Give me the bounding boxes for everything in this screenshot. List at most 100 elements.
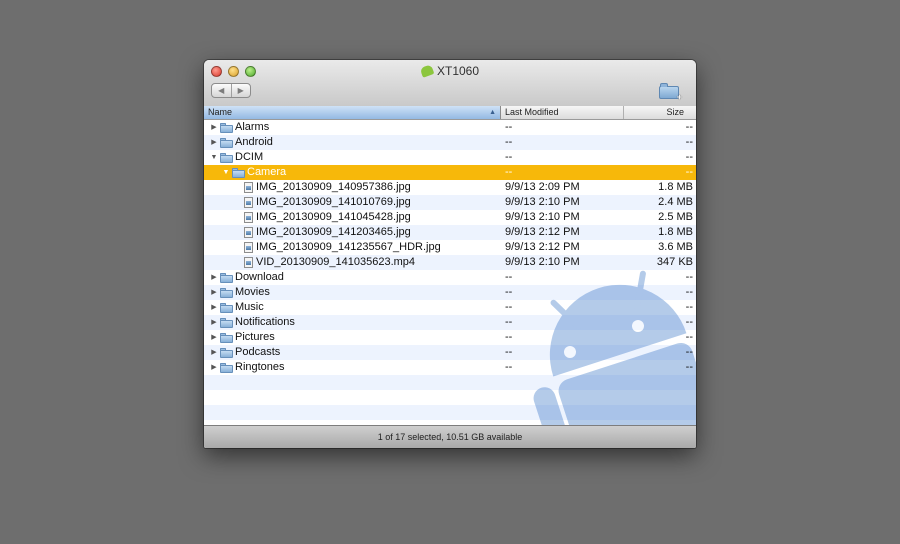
- item-name: Music: [235, 301, 264, 313]
- size-cell: 1.8 MB: [658, 226, 693, 238]
- item-name: Ringtones: [235, 361, 285, 373]
- folder-icon: [220, 287, 233, 298]
- forward-button[interactable]: ▶: [230, 84, 251, 97]
- folder-row[interactable]: ▶ Download -- --: [204, 270, 696, 285]
- folder-row[interactable]: ▶ Ringtones -- --: [204, 360, 696, 375]
- size-cell: 2.4 MB: [658, 196, 693, 208]
- disclosure-collapsed-icon[interactable]: ▶: [210, 270, 218, 285]
- file-icon: [244, 182, 253, 193]
- last-modified-cell: --: [505, 151, 513, 163]
- size-cell: --: [685, 316, 693, 328]
- size-cell: 2.5 MB: [658, 211, 693, 223]
- disclosure-expanded-icon[interactable]: ▼: [210, 150, 218, 165]
- last-modified-cell: --: [505, 331, 513, 343]
- title-bar[interactable]: XT1060 ◀ ▶ +: [204, 60, 696, 107]
- item-name: Podcasts: [235, 346, 281, 358]
- last-modified-cell: 9/9/13 2:10 PM: [505, 256, 580, 268]
- size-cell: --: [685, 166, 693, 178]
- disclosure-collapsed-icon[interactable]: ▶: [210, 285, 218, 300]
- file-row[interactable]: IMG_20130909_141203465.jpg 9/9/13 2:12 PM…: [204, 225, 696, 240]
- disclosure-expanded-icon[interactable]: ▼: [222, 165, 230, 180]
- back-forward-control: ◀ ▶: [211, 83, 251, 98]
- column-header-size[interactable]: Size: [624, 106, 696, 119]
- size-cell: 1.8 MB: [658, 181, 693, 193]
- name-cell: ▶ Notifications: [210, 315, 295, 330]
- size-cell: --: [685, 346, 693, 358]
- item-name: Android: [235, 136, 273, 148]
- name-cell: VID_20130909_141035623.mp4: [234, 255, 415, 270]
- folder-row[interactable]: ▶ Movies -- --: [204, 285, 696, 300]
- item-name: Download: [235, 271, 284, 283]
- name-cell: ▶ Podcasts: [210, 345, 280, 360]
- folder-row[interactable]: ▶ Android -- --: [204, 135, 696, 150]
- file-row[interactable]: IMG_20130909_141010769.jpg 9/9/13 2:10 PM…: [204, 195, 696, 210]
- folder-row[interactable]: ▶ Notifications -- --: [204, 315, 696, 330]
- window-title-area: XT1060: [204, 64, 696, 78]
- file-icon: [244, 212, 253, 223]
- folder-icon: [220, 272, 233, 283]
- size-cell: --: [685, 331, 693, 343]
- item-name: Notifications: [235, 316, 295, 328]
- folder-row[interactable]: ▼ DCIM -- --: [204, 150, 696, 165]
- folder-icon: [220, 347, 233, 358]
- file-icon: [244, 227, 253, 238]
- name-cell: ▶ Music: [210, 300, 264, 315]
- folder-row[interactable]: ▶ Alarms -- --: [204, 120, 696, 135]
- folder-row[interactable]: ▶ Podcasts -- --: [204, 345, 696, 360]
- folder-row[interactable]: ▶ Music -- --: [204, 300, 696, 315]
- item-name: IMG_20130909_141010769.jpg: [256, 196, 411, 208]
- item-name: DCIM: [235, 151, 264, 163]
- disclosure-collapsed-icon[interactable]: ▶: [210, 300, 218, 315]
- disclosure-collapsed-icon[interactable]: ▶: [210, 360, 218, 375]
- column-header-last-modified[interactable]: Last Modified: [501, 106, 624, 119]
- size-cell: 347 KB: [656, 256, 693, 268]
- last-modified-cell: 9/9/13 2:09 PM: [505, 181, 580, 193]
- folder-icon: [220, 362, 233, 373]
- size-cell: --: [685, 361, 693, 373]
- file-list[interactable]: ▶ Alarms -- -- ▶ Android -- -- ▼ DCIM -- -- ▼ Camera -…: [204, 120, 696, 425]
- name-cell: IMG_20130909_141010769.jpg: [234, 195, 411, 210]
- last-modified-cell: 9/9/13 2:10 PM: [505, 211, 580, 223]
- item-name: Pictures: [235, 331, 275, 343]
- item-name: Camera: [247, 166, 287, 178]
- folder-icon: [232, 167, 245, 178]
- disclosure-collapsed-icon[interactable]: ▶: [210, 345, 218, 360]
- disclosure-collapsed-icon[interactable]: ▶: [210, 330, 218, 345]
- android-device-icon: [419, 64, 435, 78]
- item-name: Movies: [235, 286, 270, 298]
- file-row[interactable]: IMG_20130909_141235567_HDR.jpg 9/9/13 2:1…: [204, 240, 696, 255]
- disclosure-collapsed-icon[interactable]: ▶: [210, 315, 218, 330]
- file-row[interactable]: VID_20130909_141035623.mp4 9/9/13 2:10 PM…: [204, 255, 696, 270]
- last-modified-cell: --: [505, 166, 513, 178]
- file-row[interactable]: IMG_20130909_141045428.jpg 9/9/13 2:10 PM…: [204, 210, 696, 225]
- name-cell: ▶ Download: [210, 270, 284, 285]
- name-cell: ▼ DCIM: [210, 150, 264, 165]
- name-cell: IMG_20130909_141203465.jpg: [234, 225, 411, 240]
- last-modified-cell: --: [505, 346, 513, 358]
- name-cell: ▶ Pictures: [210, 330, 275, 345]
- size-cell: --: [685, 151, 693, 163]
- name-cell: ▼ Camera: [222, 165, 287, 180]
- size-cell: --: [685, 271, 693, 283]
- folder-row[interactable]: ▼ Camera -- --: [204, 165, 696, 180]
- disclosure-collapsed-icon[interactable]: ▶: [210, 135, 218, 150]
- file-row[interactable]: IMG_20130909_140957386.jpg 9/9/13 2:09 PM…: [204, 180, 696, 195]
- back-button[interactable]: ◀: [212, 84, 231, 97]
- column-header: Name ▲ Last Modified Size: [204, 106, 696, 120]
- name-cell: IMG_20130909_141045428.jpg: [234, 210, 411, 225]
- size-cell: --: [685, 286, 693, 298]
- folder-icon: [220, 302, 233, 313]
- last-modified-cell: --: [505, 271, 513, 283]
- disclosure-collapsed-icon[interactable]: ▶: [210, 120, 218, 135]
- folder-row[interactable]: ▶ Pictures -- --: [204, 330, 696, 345]
- name-cell: ▶ Alarms: [210, 120, 269, 135]
- name-cell: IMG_20130909_141235567_HDR.jpg: [234, 240, 441, 255]
- item-name: IMG_20130909_141235567_HDR.jpg: [256, 241, 441, 253]
- folder-icon: [220, 332, 233, 343]
- new-folder-button[interactable]: +: [659, 82, 682, 102]
- item-name: Alarms: [235, 121, 270, 133]
- column-header-name[interactable]: Name ▲: [204, 106, 501, 119]
- last-modified-cell: --: [505, 136, 513, 148]
- size-cell: --: [685, 136, 693, 148]
- status-bar: 1 of 17 selected, 10.51 GB available: [204, 425, 696, 448]
